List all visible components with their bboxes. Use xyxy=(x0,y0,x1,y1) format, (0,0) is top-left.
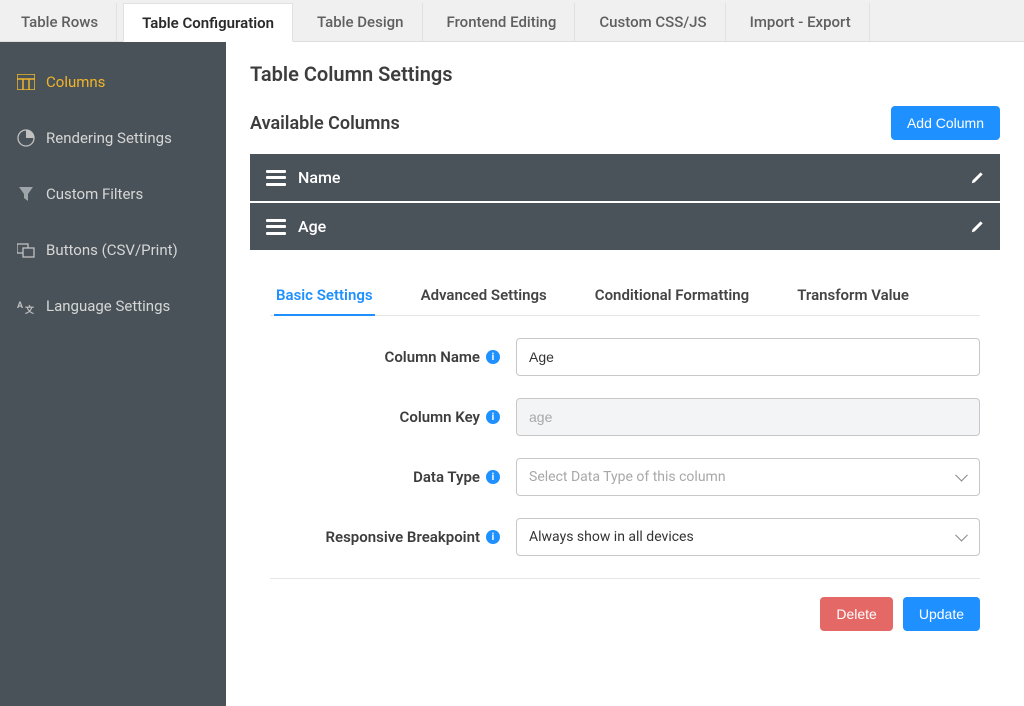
tab-table-design[interactable]: Table Design xyxy=(299,3,423,41)
column-name-label: Column Name i xyxy=(270,348,500,366)
sidebar-item-custom-filters[interactable]: Custom Filters xyxy=(0,166,226,222)
column-key-label: Column Key i xyxy=(270,408,500,426)
add-column-button[interactable]: Add Column xyxy=(891,106,1000,140)
sidebar-item-label: Rendering Settings xyxy=(46,129,172,147)
sidebar-item-buttons[interactable]: Buttons (CSV/Print) xyxy=(0,222,226,278)
drag-handle-icon[interactable] xyxy=(266,219,286,235)
update-button[interactable]: Update xyxy=(903,597,980,631)
buttons-icon xyxy=(16,240,36,260)
info-icon[interactable]: i xyxy=(486,470,500,484)
column-bar-label: Age xyxy=(298,217,970,236)
column-name-input[interactable] xyxy=(516,338,980,376)
sub-tab-conditional-formatting[interactable]: Conditional Formatting xyxy=(593,276,751,315)
column-key-input xyxy=(516,398,980,436)
info-icon[interactable]: i xyxy=(486,410,500,424)
language-icon: A文 xyxy=(16,296,36,316)
available-columns-title: Available Columns xyxy=(250,113,400,134)
drag-handle-icon[interactable] xyxy=(266,170,286,186)
column-bar-name[interactable]: Name xyxy=(250,154,1000,201)
svg-text:文: 文 xyxy=(24,304,35,314)
sidebar-item-label: Columns xyxy=(46,73,105,91)
top-tabs: Table Rows Table Configuration Table Des… xyxy=(0,0,1024,42)
data-type-select[interactable]: Select Data Type of this column xyxy=(516,458,980,496)
tab-frontend-editing[interactable]: Frontend Editing xyxy=(429,3,576,41)
tab-custom-css-js[interactable]: Custom CSS/JS xyxy=(581,3,725,41)
form-area: Column Name i Column Key i Data Type xyxy=(270,338,980,556)
responsive-breakpoint-label: Responsive Breakpoint i xyxy=(270,528,500,546)
pencil-icon[interactable] xyxy=(970,220,984,234)
main-content: Table Column Settings Available Columns … xyxy=(226,42,1024,706)
data-type-label: Data Type i xyxy=(270,468,500,486)
filter-icon xyxy=(16,184,36,204)
column-bar-age[interactable]: Age xyxy=(250,203,1000,250)
page-title: Table Column Settings xyxy=(250,62,1000,86)
tab-table-configuration[interactable]: Table Configuration xyxy=(123,3,293,42)
sidebar-item-language-settings[interactable]: A文 Language Settings xyxy=(0,278,226,334)
tab-table-rows[interactable]: Table Rows xyxy=(3,3,117,41)
render-icon xyxy=(16,128,36,148)
action-row: Delete Update xyxy=(250,597,980,631)
sidebar-item-label: Buttons (CSV/Print) xyxy=(46,241,178,259)
column-bar-label: Name xyxy=(298,168,970,187)
divider xyxy=(270,578,980,579)
sub-tab-transform-value[interactable]: Transform Value xyxy=(795,276,911,315)
info-icon[interactable]: i xyxy=(486,350,500,364)
pencil-icon[interactable] xyxy=(970,171,984,185)
sub-tab-basic-settings[interactable]: Basic Settings xyxy=(274,276,375,316)
sub-tabs: Basic Settings Advanced Settings Conditi… xyxy=(270,276,980,316)
tab-import-export[interactable]: Import - Export xyxy=(732,3,870,41)
sidebar-item-label: Custom Filters xyxy=(46,185,143,203)
sidebar-item-label: Language Settings xyxy=(46,297,170,315)
svg-text:A: A xyxy=(17,301,24,311)
sidebar-item-columns[interactable]: Columns xyxy=(0,54,226,110)
sidebar-item-rendering-settings[interactable]: Rendering Settings xyxy=(0,110,226,166)
delete-button[interactable]: Delete xyxy=(820,597,892,631)
responsive-breakpoint-select[interactable]: Always show in all devices xyxy=(516,518,980,556)
sidebar: Columns Rendering Settings Custom Filter… xyxy=(0,42,226,706)
info-icon[interactable]: i xyxy=(486,530,500,544)
table-icon xyxy=(16,72,36,92)
sub-tab-advanced-settings[interactable]: Advanced Settings xyxy=(419,276,549,315)
